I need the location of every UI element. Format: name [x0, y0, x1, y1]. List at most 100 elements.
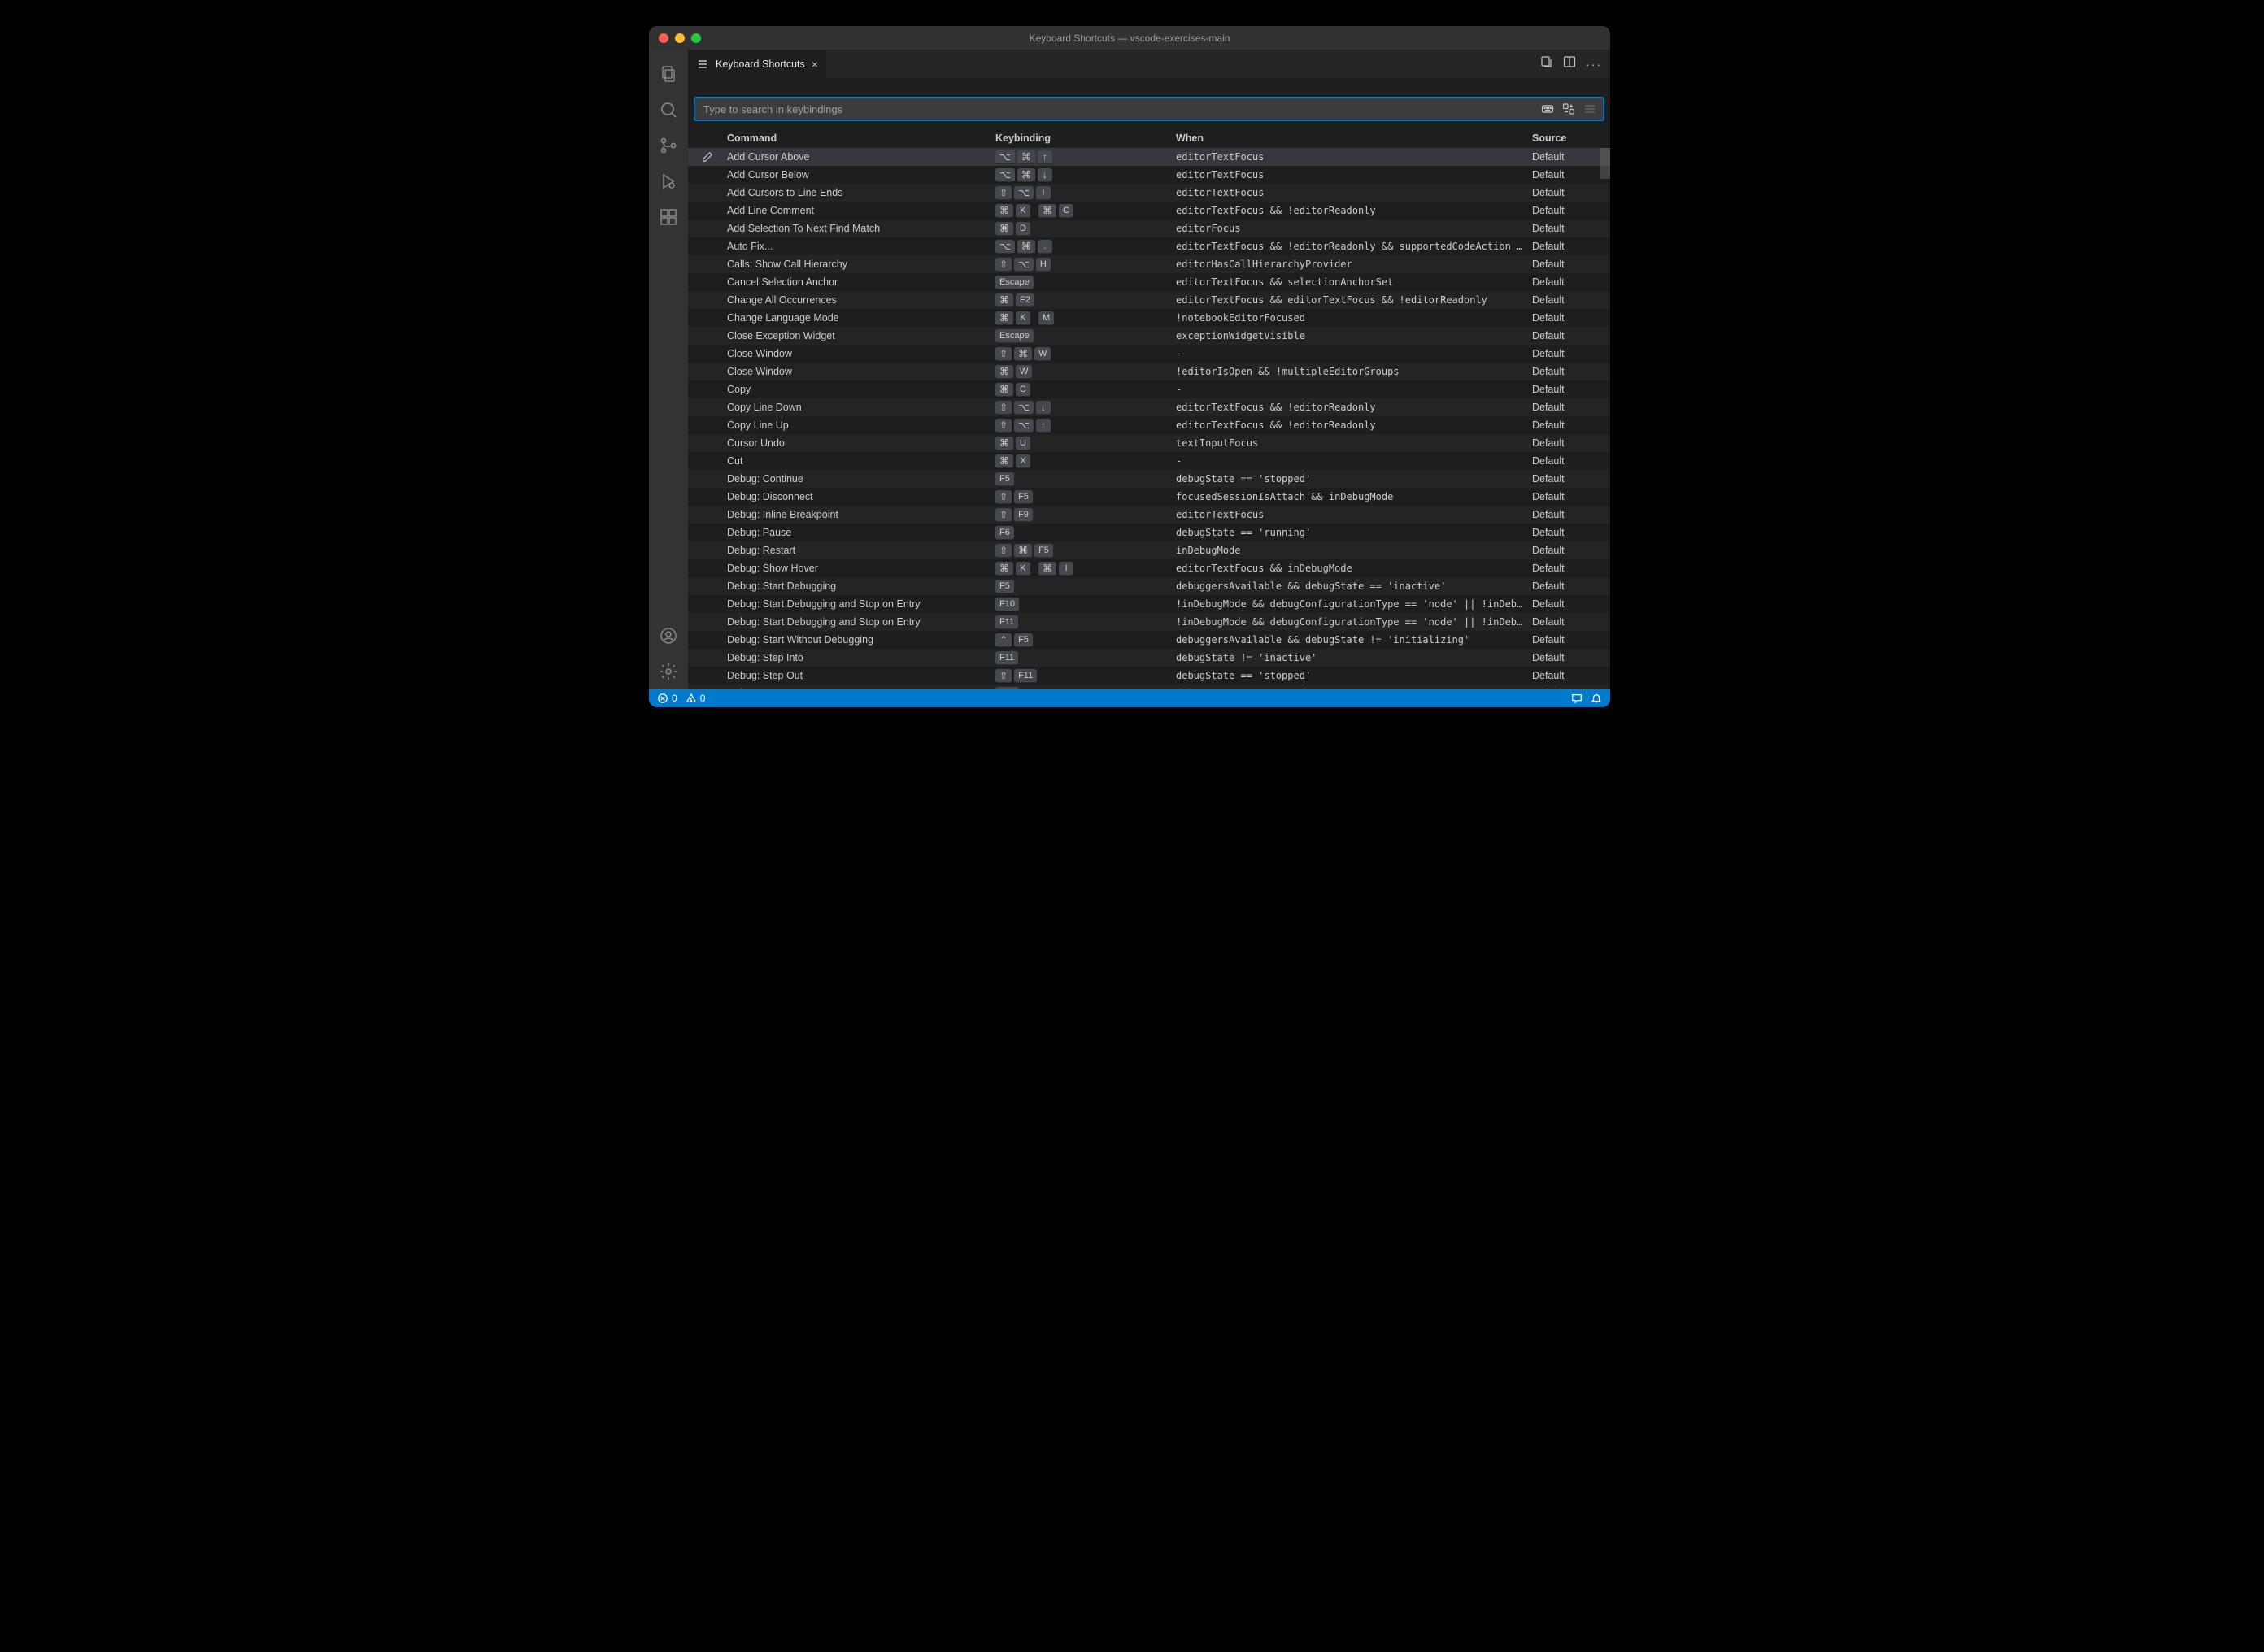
row-source: Default: [1532, 598, 1610, 610]
row-keybinding: ⌘W: [995, 365, 1176, 379]
table-row[interactable]: Copy⌘C-Default: [688, 380, 1610, 398]
table-row[interactable]: Close Window⇧⌘W-Default: [688, 345, 1610, 363]
key-cap: ⇧: [995, 258, 1012, 272]
table-row[interactable]: Change Language Mode⌘KM!notebookEditorFo…: [688, 309, 1610, 327]
row-when: -: [1176, 348, 1532, 359]
table-row[interactable]: Debug: Step Out⇧F11 debugState == 'stoppe…: [688, 667, 1610, 685]
error-count: 0: [672, 693, 677, 704]
key-cap: ↓: [1038, 168, 1052, 182]
table-row[interactable]: Cursor Undo⌘UtextInputFocusDefault: [688, 434, 1610, 452]
row-command: Change All Occurrences: [727, 294, 995, 306]
run-debug-icon[interactable]: [649, 163, 688, 199]
row-when: editorHasCallHierarchyProvider: [1176, 259, 1532, 270]
row-command: Close Exception Widget: [727, 330, 995, 341]
table-row[interactable]: Debug: Disconnect⇧F5focusedSessionIsAtta…: [688, 488, 1610, 506]
header-keybinding[interactable]: Keybinding: [995, 133, 1176, 144]
table-row[interactable]: Add Selection To Next Find Match⌘Deditor…: [688, 220, 1610, 237]
table-row[interactable]: Debug: Start DebuggingF5debuggersAvailab…: [688, 577, 1610, 595]
table-row[interactable]: Auto Fix...⌥⌘.editorTextFocus && !editor…: [688, 237, 1610, 255]
status-feedback-icon[interactable]: [1571, 693, 1583, 704]
clear-search-icon[interactable]: [1582, 101, 1598, 117]
key-cap: F11: [995, 615, 1018, 629]
status-bell-icon[interactable]: [1591, 693, 1602, 704]
table-row[interactable]: Copy Line Down⇧⌥↓editorTextFocus && !edi…: [688, 398, 1610, 416]
row-keybinding: ⌘K⌘I: [995, 562, 1176, 576]
header-when[interactable]: When: [1176, 133, 1532, 144]
search-input[interactable]: [703, 103, 1539, 115]
row-command: Debug: Step Out: [727, 670, 995, 681]
status-warnings[interactable]: 0: [686, 693, 706, 704]
status-errors[interactable]: 0: [657, 693, 677, 704]
key-cap: ⇧: [995, 669, 1012, 683]
table-row[interactable]: Add Cursor Below⌥⌘↓editorTextFocusDefaul…: [688, 166, 1610, 184]
table-row[interactable]: Debug: Start Without Debugging⌃F5debugge…: [688, 631, 1610, 649]
zoom-window-button[interactable]: [691, 33, 701, 43]
row-command: Cursor Undo: [727, 437, 995, 449]
table-row[interactable]: Cut⌘X-Default: [688, 452, 1610, 470]
sort-precedence-icon[interactable]: [1561, 101, 1577, 117]
accounts-icon[interactable]: [649, 618, 688, 654]
row-when: editorTextFocus && !editorReadonly: [1176, 420, 1532, 431]
key-cap: I: [1036, 186, 1051, 200]
row-when: debugState == 'stopped': [1176, 670, 1532, 681]
key-cap: F11: [995, 651, 1018, 665]
row-keybinding: F6: [995, 526, 1176, 540]
table-row[interactable]: Debug: Inline Breakpoint⇧F9editorTextFoc…: [688, 506, 1610, 524]
table-row[interactable]: Add Line Comment⌘K⌘CeditorTextFocus && !…: [688, 202, 1610, 220]
extensions-icon[interactable]: [649, 199, 688, 235]
tab-keyboard-shortcuts[interactable]: Keyboard Shortcuts ×: [688, 50, 827, 78]
vertical-scrollbar[interactable]: [1600, 148, 1610, 689]
table-row[interactable]: Change All Occurrences⌘F2editorTextFocus…: [688, 291, 1610, 309]
table-row[interactable]: Add Cursor Above⌥⌘↑editorTextFocusDefaul…: [688, 148, 1610, 166]
key-cap: W: [1034, 347, 1051, 361]
table-row[interactable]: Debug: Step IntoF11debugState != 'inacti…: [688, 649, 1610, 667]
row-when: textInputFocus: [1176, 437, 1532, 449]
source-control-icon[interactable]: [649, 128, 688, 163]
more-actions-icon[interactable]: ···: [1586, 59, 1602, 70]
tab-close-icon[interactable]: ×: [812, 58, 818, 71]
key-cap: ↓: [1036, 401, 1051, 415]
row-keybinding: ⌘X: [995, 454, 1176, 468]
table-row[interactable]: Add Cursors to Line Ends⇧⌥IeditorTextFoc…: [688, 184, 1610, 202]
table-row[interactable]: Calls: Show Call Hierarchy⇧⌥HeditorHasCa…: [688, 255, 1610, 273]
table-row[interactable]: Close Window⌘W!editorIsOpen && !multiple…: [688, 363, 1610, 380]
key-cap: F9: [1014, 508, 1033, 522]
explorer-icon[interactable]: [649, 56, 688, 92]
key-cap: ⌘: [995, 454, 1013, 468]
key-cap: F11: [1014, 669, 1037, 683]
row-keybinding: ⌘KM: [995, 311, 1176, 325]
table-row[interactable]: Copy Line Up⇧⌥↑editorTextFocus && !edito…: [688, 416, 1610, 434]
header-source[interactable]: Source: [1532, 133, 1610, 144]
table-row[interactable]: Debug: Restart⇧⌘F5inDebugModeDefault: [688, 541, 1610, 559]
minimize-window-button[interactable]: [675, 33, 685, 43]
key-cap: ⌘: [1038, 562, 1056, 576]
table-row[interactable]: Debug: Show Hover⌘K⌘IeditorTextFocus && …: [688, 559, 1610, 577]
table-row[interactable]: Cancel Selection AnchorEscapeeditorTextF…: [688, 273, 1610, 291]
row-when: focusedSessionIsAttach && inDebugMode: [1176, 491, 1532, 502]
table-row[interactable]: Debug: Start Debugging and Stop on Entry…: [688, 613, 1610, 631]
close-window-button[interactable]: [659, 33, 668, 43]
split-editor-icon[interactable]: [1563, 55, 1576, 72]
keybindings-search[interactable]: [694, 98, 1604, 120]
key-cap: ↑: [1036, 419, 1051, 433]
settings-gear-icon[interactable]: [649, 654, 688, 689]
key-cap: ⌘: [1017, 150, 1035, 164]
row-command: Debug: Show Hover: [727, 563, 995, 574]
row-keybinding: F11: [995, 615, 1176, 629]
scrollbar-thumb[interactable]: [1600, 148, 1610, 179]
key-cap: F2: [1016, 293, 1034, 307]
table-row[interactable]: Debug: Start Debugging and Stop on Entry…: [688, 595, 1610, 613]
header-command[interactable]: Command: [727, 133, 995, 144]
table-row[interactable]: Debug: ContinueF5debugState == 'stopped'…: [688, 470, 1610, 488]
row-source: Default: [1532, 455, 1610, 467]
table-row[interactable]: Debug: Step OverF10debugState == 'stoppe…: [688, 685, 1610, 689]
row-command: Cut: [727, 455, 995, 467]
search-icon[interactable]: [649, 92, 688, 128]
table-row[interactable]: Close Exception WidgetEscapeexceptionWid…: [688, 327, 1610, 345]
edit-icon[interactable]: [702, 151, 713, 163]
key-cap: ⌘: [995, 562, 1013, 576]
table-row[interactable]: Debug: PauseF6debugState == 'running'Def…: [688, 524, 1610, 541]
row-keybinding: ⌘C: [995, 383, 1176, 397]
open-keybindings-json-icon[interactable]: [1540, 55, 1553, 72]
record-keys-icon[interactable]: [1539, 101, 1556, 117]
